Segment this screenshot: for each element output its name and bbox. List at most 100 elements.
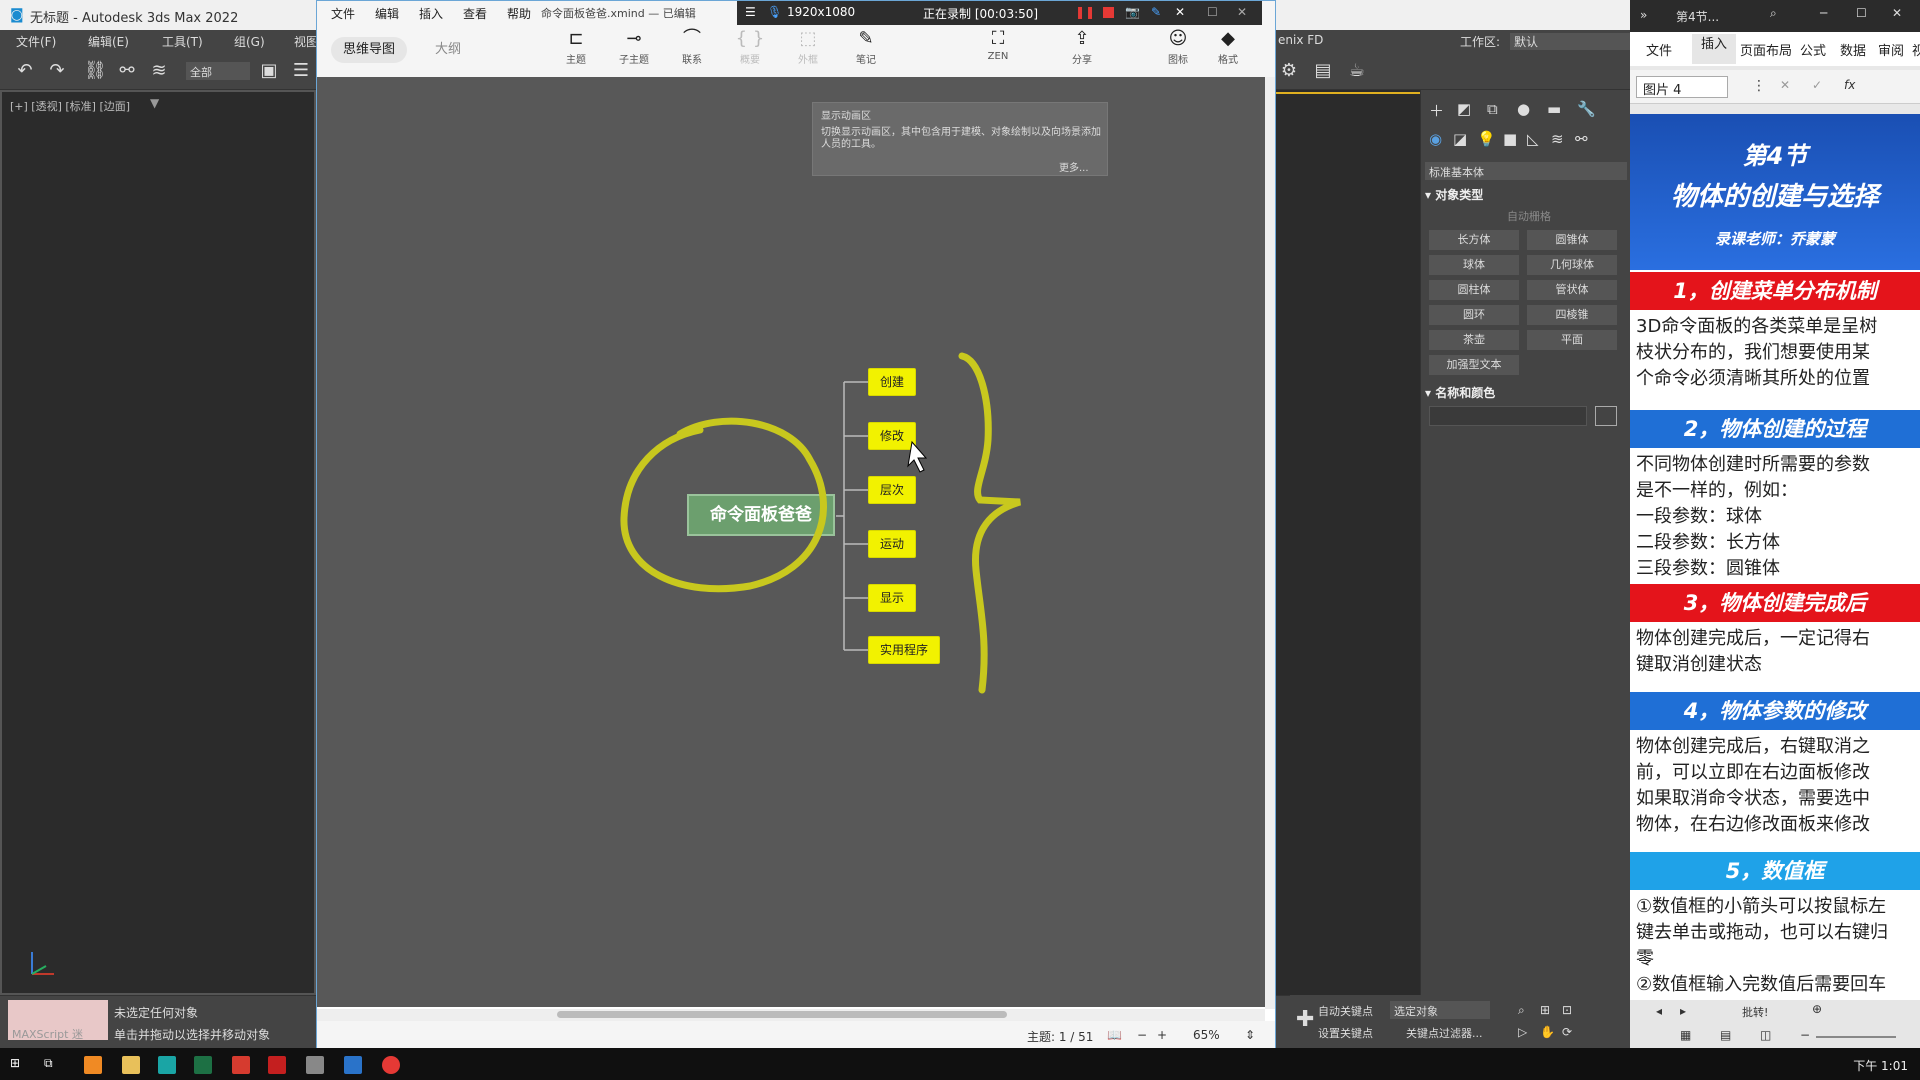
recorder-close-icon[interactable]: ✕ [1175, 5, 1185, 19]
unlink-icon[interactable]: ⚯ [116, 60, 138, 82]
render-setup-icon[interactable]: ⚙ [1278, 60, 1300, 82]
max-menu-tools[interactable]: 工具(T) [162, 33, 203, 50]
file-explorer-icon[interactable] [122, 1056, 140, 1074]
object-name-field[interactable] [1429, 406, 1587, 426]
recorder-stop-icon[interactable] [1103, 7, 1114, 18]
display-tab-icon[interactable]: ▬ [1547, 100, 1561, 118]
confirm-icon[interactable]: ✓ [1812, 78, 1822, 92]
ribbon-tab-formula[interactable]: 公式 [1800, 40, 1826, 59]
photos-icon[interactable] [344, 1056, 362, 1074]
xmind-taskbar-icon[interactable] [232, 1056, 250, 1074]
share-button[interactable]: ⇪ 分享 [1057, 27, 1107, 66]
maximize-icon[interactable]: ☐ [1856, 6, 1867, 20]
lights-icon[interactable]: 💡 [1477, 130, 1496, 148]
expand-chevron-icon[interactable]: » [1640, 8, 1647, 22]
horizontal-scroll-thumb[interactable] [557, 1011, 1007, 1018]
torus-button[interactable]: 圆环 [1429, 305, 1519, 325]
slide-image[interactable]: 第4节 物体的创建与选择 录课老师：乔蒙蒙 1，创建菜单分布机制 3D命令面板的… [1630, 114, 1920, 1004]
maxscript-listener[interactable]: MAXScript 迷 [8, 1000, 108, 1041]
motion-tab-icon[interactable]: ● [1517, 100, 1530, 118]
close-icon[interactable]: ✕ [1892, 6, 1902, 20]
ribbon-tab-review[interactable]: 审阅 [1878, 40, 1904, 59]
auto-key-button[interactable]: 自动关键点 [1318, 1003, 1373, 1021]
relationship-button[interactable]: ⌒ 联系 [667, 27, 717, 66]
browser-icon[interactable] [84, 1056, 102, 1074]
helpers-icon[interactable]: ◺ [1527, 130, 1539, 148]
prev-sheet-icon[interactable]: ◂ [1656, 1004, 1662, 1018]
tab-outline[interactable]: 大纲 [423, 37, 473, 63]
name-color-rollout[interactable]: ▾ 名称和颜色 [1425, 384, 1627, 402]
undo-icon[interactable]: ↶ [14, 60, 36, 82]
page-layout-icon[interactable]: ▤ [1720, 1028, 1731, 1042]
more-icon[interactable]: ⋮ [1752, 78, 1766, 94]
perspective-viewport[interactable]: [+] [透视] [标准] [边面] ▼ [0, 90, 316, 995]
textplus-button[interactable]: 加强型文本 [1429, 355, 1519, 375]
3dsmax-taskbar-icon[interactable] [158, 1056, 176, 1074]
next-sheet-icon[interactable]: ▸ [1680, 1004, 1686, 1018]
redo-icon[interactable]: ↷ [46, 60, 68, 82]
max-menu-file[interactable]: 文件(F) [16, 33, 56, 50]
window-close-icon[interactable]: ✕ [1237, 5, 1247, 19]
ribbon-tab-file[interactable]: 文件 [1646, 40, 1672, 59]
link-icon[interactable]: ⛓ [84, 60, 107, 82]
summary-button[interactable]: { } 概要 [725, 27, 775, 66]
xmind-menu-view[interactable]: 查看 [463, 5, 487, 22]
subtopic-modify[interactable]: 修改 [868, 422, 916, 450]
tube-button[interactable]: 管状体 [1527, 280, 1617, 300]
hierarchy-tab-icon[interactable]: ⧉ [1487, 100, 1498, 118]
map-view-icon[interactable]: 📖 [1107, 1028, 1122, 1042]
add-key-icon[interactable]: ✚ [1296, 1007, 1314, 1032]
name-box[interactable]: 图片 4 [1636, 76, 1728, 98]
create-tab-icon[interactable]: ＋ [1429, 100, 1444, 121]
ribbon-tab-layout[interactable]: 页面布局 [1740, 40, 1792, 59]
subtopic-create[interactable]: 创建 [868, 368, 916, 396]
object-color-swatch[interactable] [1595, 406, 1617, 426]
normal-view-icon[interactable]: ▦ [1680, 1028, 1691, 1042]
recorder-taskbar-icon[interactable] [382, 1056, 400, 1074]
cone-button[interactable]: 圆锥体 [1527, 230, 1617, 250]
zoom-level[interactable]: 65% [1193, 1028, 1220, 1042]
subtopic-motion[interactable]: 运动 [868, 530, 916, 558]
recorder-camera-icon[interactable]: 📷 [1125, 5, 1140, 19]
subtopic-hierarchy[interactable]: 层次 [868, 476, 916, 504]
task-view-icon[interactable]: ⧉ [44, 1056, 62, 1074]
object-type-rollout[interactable]: ▾ 对象类型 [1425, 186, 1627, 204]
app-icon[interactable] [306, 1056, 324, 1074]
sphere-button[interactable]: 球体 [1429, 255, 1519, 275]
bind-spacewarp-icon[interactable]: ≋ [148, 60, 170, 82]
right-viewport[interactable] [1276, 90, 1420, 995]
zoom-out-icon[interactable]: − [1137, 1028, 1147, 1042]
ribbon-tab-data[interactable]: 数据 [1840, 40, 1866, 59]
add-sheet-icon[interactable]: ⊕ [1812, 1002, 1822, 1016]
format-panel-button[interactable]: ◆ 格式 [1203, 27, 1253, 66]
pyramid-button[interactable]: 四棱锥 [1527, 305, 1617, 325]
max-menu-edit[interactable]: 编辑(E) [88, 33, 129, 50]
max-menu-group[interactable]: 组(G) [234, 33, 265, 50]
excel-icon[interactable] [194, 1056, 212, 1074]
select-object-icon[interactable]: ▣ [258, 60, 280, 82]
fov-icon[interactable]: ▷ [1518, 1025, 1527, 1039]
vertical-scrollbar[interactable] [1265, 77, 1275, 1009]
max-menu-view[interactable]: 视图 [294, 33, 318, 50]
viewport-label[interactable]: [+] [透视] [标准] [边面] [10, 98, 130, 114]
zen-button[interactable]: ⛶ ZEN [973, 27, 1023, 62]
render-teapot-icon[interactable]: ☕ [1346, 60, 1368, 82]
orbit-icon[interactable]: ⟳ [1562, 1025, 1572, 1039]
modify-tab-icon[interactable]: ◩ [1457, 100, 1471, 118]
icon-panel-button[interactable]: ☺ 图标 [1153, 27, 1203, 66]
xmind-menu-edit[interactable]: 编辑 [375, 5, 399, 22]
zoom-all-icon[interactable]: ⊞ [1540, 1003, 1550, 1017]
function-icon[interactable]: fx [1844, 78, 1855, 92]
xmind-menu-help[interactable]: 帮助 [507, 5, 531, 22]
teapot-button[interactable]: 茶壶 [1429, 330, 1519, 350]
search-icon[interactable]: ⌕ [1770, 6, 1777, 21]
box-button[interactable]: 长方体 [1429, 230, 1519, 250]
key-filters-button[interactable]: 关键点过滤器... [1406, 1025, 1483, 1043]
set-key-button[interactable]: 设置关键点 [1318, 1025, 1373, 1043]
max-menu-enix[interactable]: enix FD [1278, 33, 1323, 47]
zoom-out-icon[interactable]: − [1800, 1028, 1810, 1042]
geosphere-button[interactable]: 几何球体 [1527, 255, 1617, 275]
spacewarps-icon[interactable]: ≋ [1551, 130, 1564, 148]
subtopic-utilities[interactable]: 实用程序 [868, 636, 940, 664]
subtopic-display[interactable]: 显示 [868, 584, 916, 612]
